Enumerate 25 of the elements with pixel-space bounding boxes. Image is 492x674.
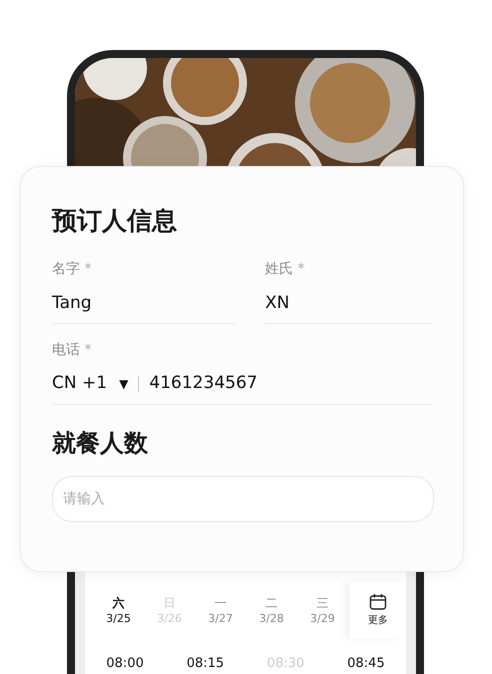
- party-size-input[interactable]: 请输入: [52, 476, 434, 522]
- date-tab[interactable]: 六 3/25: [93, 582, 144, 638]
- required-mark: *: [298, 261, 305, 277]
- country-code-dropdown[interactable]: CN +1 ▼: [52, 371, 128, 397]
- field-label: 姓氏: [265, 261, 294, 277]
- section-title: 就餐人数: [52, 428, 149, 459]
- time-slot[interactable]: 08:15: [175, 656, 236, 672]
- field-value: Tang: [52, 292, 93, 315]
- field-label: 名字: [52, 261, 80, 277]
- date-tab[interactable]: 三 3/29: [297, 582, 348, 638]
- required-mark: *: [84, 261, 92, 277]
- field-value: XN: [265, 292, 290, 315]
- caret-icon: ▼: [119, 375, 128, 393]
- section-title: 预订人信息: [52, 205, 178, 237]
- time-slot[interactable]: 08:45: [336, 656, 396, 672]
- field-label: 电话: [52, 342, 80, 358]
- phone-input[interactable]: 4161234567: [149, 371, 258, 397]
- more-dates-button[interactable]: 更多: [350, 582, 406, 638]
- calendar-icon: [369, 592, 387, 610]
- time-slot[interactable]: 08:00: [95, 656, 155, 672]
- date-tab[interactable]: 一 3/27: [195, 582, 246, 638]
- date-tab[interactable]: 二 3/28: [246, 582, 297, 638]
- first-name-field[interactable]: 名字 * Tang: [52, 259, 236, 324]
- required-mark: *: [84, 342, 92, 358]
- last-name-field[interactable]: 姓氏 * XN: [265, 259, 432, 324]
